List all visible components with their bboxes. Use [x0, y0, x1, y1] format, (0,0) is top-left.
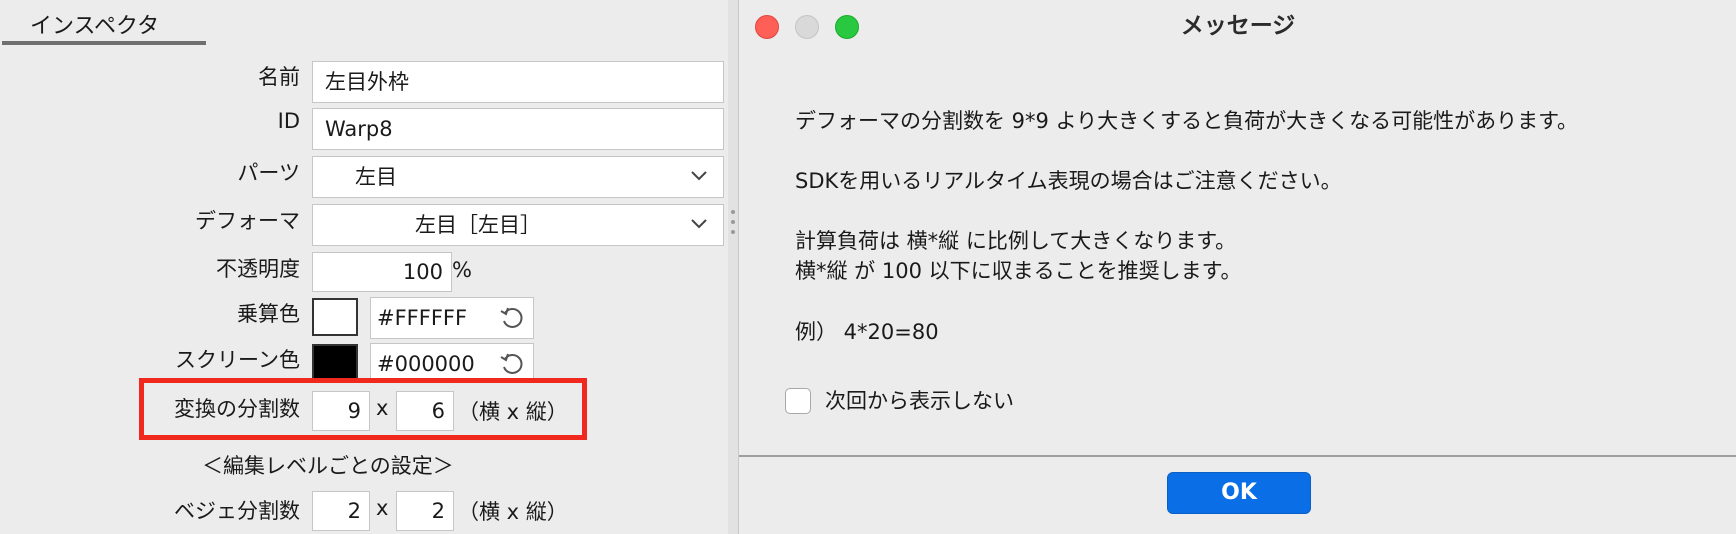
title-bar[interactable]: メッセージ — [739, 0, 1736, 54]
multiply-color-label: 乗算色 — [237, 302, 300, 326]
screen-color-field[interactable]: #000000 — [370, 343, 534, 383]
name-field[interactable]: 左目外枠 — [312, 61, 724, 103]
splitter-grip-dot — [731, 220, 735, 224]
bezier-divisions-h-field[interactable]: 2 — [312, 491, 370, 531]
id-label: ID — [277, 109, 300, 133]
parts-dropdown-value: 左目 — [355, 165, 397, 189]
panel-splitter[interactable] — [728, 0, 738, 534]
parts-dropdown[interactable]: 左目 — [312, 156, 724, 198]
deformer-dropdown[interactable]: 左目［左目］ — [312, 204, 724, 246]
ok-button[interactable]: OK — [1167, 472, 1311, 514]
dont-show-again-checkbox[interactable] — [785, 388, 811, 414]
message-line: SDKを用いるリアルタイム表現の場合はご注意ください。 — [795, 169, 1342, 193]
inspector-panel: インスペクタ 名前 左目外枠 ID Warp8 パーツ 左目 デフォーマ 左目［… — [0, 0, 728, 534]
edit-level-header: ＜編集レベルごとの設定＞ — [202, 454, 454, 478]
opacity-field[interactable]: 100 — [312, 252, 452, 292]
multiply-color-swatch[interactable] — [312, 298, 358, 336]
multiply-color-field[interactable]: #FFFFFF — [370, 297, 534, 339]
highlight-box — [139, 378, 587, 440]
inspector-tab[interactable]: インスペクタ — [0, 0, 728, 46]
screen-color-label: スクリーン色 — [175, 348, 300, 372]
divider — [739, 455, 1736, 457]
deformer-label: デフォーマ — [195, 209, 300, 233]
name-label: 名前 — [258, 65, 300, 89]
inspector-tab-title: インスペクタ — [30, 14, 160, 39]
message-line: 横*縦 が 100 以下に収まることを推奨します。 — [795, 259, 1242, 283]
splitter-grip-dot — [731, 230, 735, 234]
bezier-divisions-v-field[interactable]: 2 — [396, 491, 454, 531]
reset-icon[interactable] — [499, 305, 525, 331]
opacity-label: 不透明度 — [216, 257, 300, 281]
dont-show-again-label[interactable]: 次回から表示しない — [825, 386, 1014, 416]
message-line: 計算負荷は 横*縦 に比例して大きくなります。 — [795, 229, 1237, 253]
chevron-down-icon — [691, 171, 707, 181]
splitter-grip-dot — [731, 210, 735, 214]
reset-icon[interactable] — [499, 351, 525, 377]
bezier-divisions-note: （横 x 縦） — [458, 500, 568, 524]
message-line: デフォーマの分割数を 9*9 より大きくすると負荷が大きくなる可能性があります。 — [795, 109, 1579, 133]
message-dialog: メッセージ デフォーマの分割数を 9*9 より大きくすると負荷が大きくなる可能性… — [738, 0, 1736, 534]
screen-color-swatch[interactable] — [312, 344, 358, 380]
multiply-color-value: #FFFFFF — [377, 306, 468, 330]
deformer-dropdown-value: 左目［左目］ — [415, 213, 541, 237]
dialog-title: メッセージ — [1180, 13, 1296, 39]
chevron-down-icon — [691, 219, 707, 229]
parts-label: パーツ — [237, 161, 300, 185]
times-sign: x — [376, 496, 389, 520]
opacity-unit: % — [452, 258, 472, 282]
id-field[interactable]: Warp8 — [312, 108, 724, 150]
tab-underline — [2, 41, 206, 45]
bezier-divisions-label: ベジェ分割数 — [174, 499, 300, 523]
message-line: 例） 4*20=80 — [795, 320, 939, 344]
